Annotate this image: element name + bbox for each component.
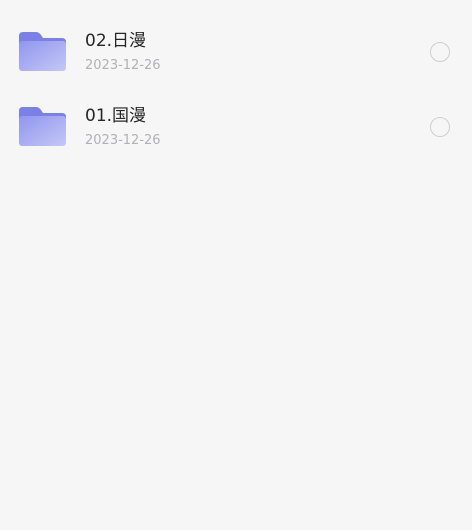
file-date: 2023-12-26 [85,133,161,148]
folder-icon [18,105,68,147]
file-name: 02.日漫 [85,31,147,51]
select-radio-button[interactable] [430,117,450,137]
file-date: 2023-12-26 [85,58,161,73]
file-row-nichiman[interactable]: 02.日漫 2023-12-26 [0,14,472,89]
file-name: 01.国漫 [85,106,147,126]
file-list: 02.日漫 2023-12-26 01.国漫 2023-12-26 [0,14,472,164]
folder-icon [18,30,68,72]
file-row-guoman[interactable]: 01.国漫 2023-12-26 [0,89,472,164]
select-radio-button[interactable] [430,42,450,62]
